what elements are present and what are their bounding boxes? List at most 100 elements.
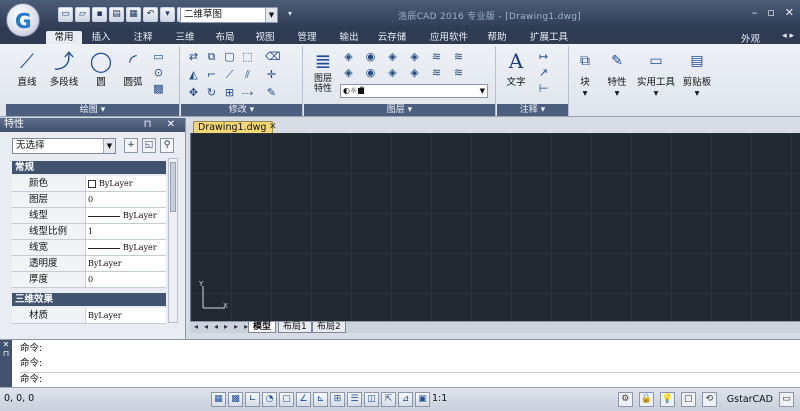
prop-row-thickness[interactable]: 厚度 0: [12, 272, 166, 288]
section-3d-effects[interactable]: 三维效果: [12, 293, 166, 306]
clipboard-tool[interactable]: ▤ 剪贴板 ▾: [680, 48, 714, 99]
layer-tool-icon[interactable]: ◈: [408, 66, 421, 79]
lineweight-icon[interactable]: ☰: [347, 392, 362, 407]
save-as-icon[interactable]: ▤: [109, 7, 124, 22]
rectangle-icon[interactable]: ▭: [152, 50, 165, 63]
ducs-icon[interactable]: ⊾: [313, 392, 328, 407]
prop-row-transparency[interactable]: 透明度 ByLayer: [12, 256, 166, 272]
palette-header-buttons[interactable]: ⊓ ✕: [144, 118, 181, 132]
layer-tool-icon[interactable]: ◉: [364, 50, 377, 63]
selection-cycling-icon[interactable]: ⇱: [381, 392, 396, 407]
prop-row-layer[interactable]: 图层 0: [12, 192, 166, 208]
layer-tool-icon[interactable]: ◉: [364, 66, 377, 79]
arc-tool[interactable]: ◜ 圆弧: [118, 48, 148, 88]
undo-dropdown-icon[interactable]: ▾: [160, 7, 175, 22]
customize-quick-access-icon[interactable]: ▾: [288, 9, 292, 18]
tab-output[interactable]: 输出: [334, 31, 364, 44]
app-menu-button[interactable]: G: [6, 3, 40, 37]
workspace-select[interactable]: 二维草图 ▼: [180, 7, 278, 23]
tab-manage[interactable]: 管理: [292, 31, 322, 44]
layer-select[interactable]: ◐☼■ 0 ▼: [340, 84, 488, 98]
minimize-button[interactable]: –: [752, 6, 758, 19]
annotation-scale-icon[interactable]: ▣: [415, 392, 430, 407]
tray-settings-icon[interactable]: ⟲: [701, 392, 717, 407]
open-file-icon[interactable]: ▱: [75, 7, 90, 22]
status-menu-icon[interactable]: ▭: [779, 392, 794, 407]
modify-panel-title[interactable]: 修改 ▾: [181, 104, 302, 116]
text-tool[interactable]: A 文字: [501, 48, 531, 88]
close-button[interactable]: ✕: [785, 6, 794, 19]
osnap-icon[interactable]: ▢: [279, 392, 294, 407]
dimension-icon[interactable]: ↦: [537, 50, 550, 63]
restore-button[interactable]: ▫: [767, 6, 774, 19]
polyline-tool[interactable]: ⤴ 多段线: [44, 48, 84, 88]
tab-annotate[interactable]: 注释: [128, 31, 158, 44]
erase-icon[interactable]: ⌫: [265, 50, 281, 63]
dynamic-input-icon[interactable]: ⊞: [330, 392, 345, 407]
close-tab-icon[interactable]: ✕: [269, 122, 277, 132]
hatch-icon[interactable]: ▩: [152, 82, 165, 95]
array-icon[interactable]: ⊞: [223, 86, 236, 99]
appearance-menu[interactable]: 外观: [741, 31, 760, 45]
stretch-icon[interactable]: ▢: [223, 50, 236, 63]
otrack-icon[interactable]: ∠: [296, 392, 311, 407]
layer-tool-icon[interactable]: ◈: [408, 50, 421, 63]
selection-select[interactable]: 无选择 ▼: [12, 138, 116, 154]
layer-tool-icon[interactable]: ≋: [452, 50, 465, 63]
rotate-icon[interactable]: ↻: [205, 86, 218, 99]
tab-view[interactable]: 视图: [250, 31, 280, 44]
prop-row-lineweight[interactable]: 线宽 ByLayer: [12, 240, 166, 256]
layer-tool-icon[interactable]: ≋: [452, 66, 465, 79]
toggle-pickadd-button[interactable]: +: [124, 138, 138, 153]
tab-apps[interactable]: 应用软件: [424, 31, 474, 44]
tab-help[interactable]: 帮助: [482, 31, 512, 44]
properties-scrollbar[interactable]: [168, 158, 178, 323]
tab-insert[interactable]: 插入: [86, 31, 116, 44]
ortho-icon[interactable]: ∟: [245, 392, 260, 407]
annotation-panel-title[interactable]: 注释 ▾: [497, 104, 568, 116]
drawing-canvas[interactable]: [190, 133, 800, 321]
table-icon[interactable]: ⊢: [537, 82, 550, 95]
annotation-scale[interactable]: 1:1: [432, 393, 447, 404]
block-tool[interactable]: ⧉ 块 ▾: [572, 48, 598, 99]
layer-tool-icon[interactable]: ◈: [386, 66, 399, 79]
grid-icon[interactable]: ▩: [228, 392, 243, 407]
prop-row-linetype-scale[interactable]: 线型比例 1: [12, 224, 166, 240]
layer-tool-icon[interactable]: ≋: [430, 66, 443, 79]
move-icon[interactable]: ⇄: [187, 50, 200, 63]
prop-row-linetype[interactable]: 线型 ByLayer: [12, 208, 166, 224]
explode-icon[interactable]: ✛: [265, 68, 278, 81]
command-window-handle[interactable]: ✕ ⊓: [0, 340, 12, 388]
tab-extensions[interactable]: 扩展工具: [524, 31, 574, 44]
tab-cloud[interactable]: 云存储: [372, 31, 412, 44]
layer-tool-icon[interactable]: ◈: [342, 50, 355, 63]
layer-tool-icon[interactable]: ◈: [386, 50, 399, 63]
fillet-icon[interactable]: ⌐: [205, 68, 218, 81]
layers-panel-title[interactable]: 图层 ▾: [304, 104, 495, 116]
trim-icon[interactable]: ⟋: [223, 68, 236, 81]
section-general[interactable]: 常规: [12, 161, 166, 174]
offset-icon[interactable]: ⫽: [241, 68, 254, 81]
select-objects-button[interactable]: ◱: [142, 138, 156, 153]
ellipse-icon[interactable]: ⊙: [152, 66, 165, 79]
tab-model[interactable]: 模型: [248, 322, 277, 333]
scale-icon[interactable]: ⬚: [241, 50, 254, 63]
move-arrows-icon[interactable]: ✥: [187, 86, 200, 99]
tab-3d[interactable]: 三维: [170, 31, 200, 44]
extend-icon[interactable]: ⤏: [241, 86, 254, 99]
scrollbar-thumb[interactable]: [170, 162, 176, 212]
prop-row-color[interactable]: 颜色 ByLayer: [12, 176, 166, 192]
snap-grid-icon[interactable]: ▦: [211, 392, 226, 407]
circle-tool[interactable]: ◯ 圆: [86, 48, 116, 88]
tab-layout2[interactable]: 布局2: [312, 322, 346, 333]
transparency-icon[interactable]: ◫: [364, 392, 379, 407]
polar-icon[interactable]: ◔: [262, 392, 277, 407]
layer-tool-icon[interactable]: ◈: [342, 66, 355, 79]
quick-select-button[interactable]: ⚲: [160, 138, 174, 153]
edit-text-icon[interactable]: ✎: [265, 86, 278, 99]
save-icon[interactable]: ▪: [92, 7, 107, 22]
draw-panel-title[interactable]: 绘图 ▾: [6, 104, 179, 116]
copy-icon[interactable]: ⧉: [205, 50, 218, 63]
layer-tool-icon[interactable]: ≋: [430, 50, 443, 63]
annotation-visibility-icon[interactable]: ⊿: [398, 392, 413, 407]
